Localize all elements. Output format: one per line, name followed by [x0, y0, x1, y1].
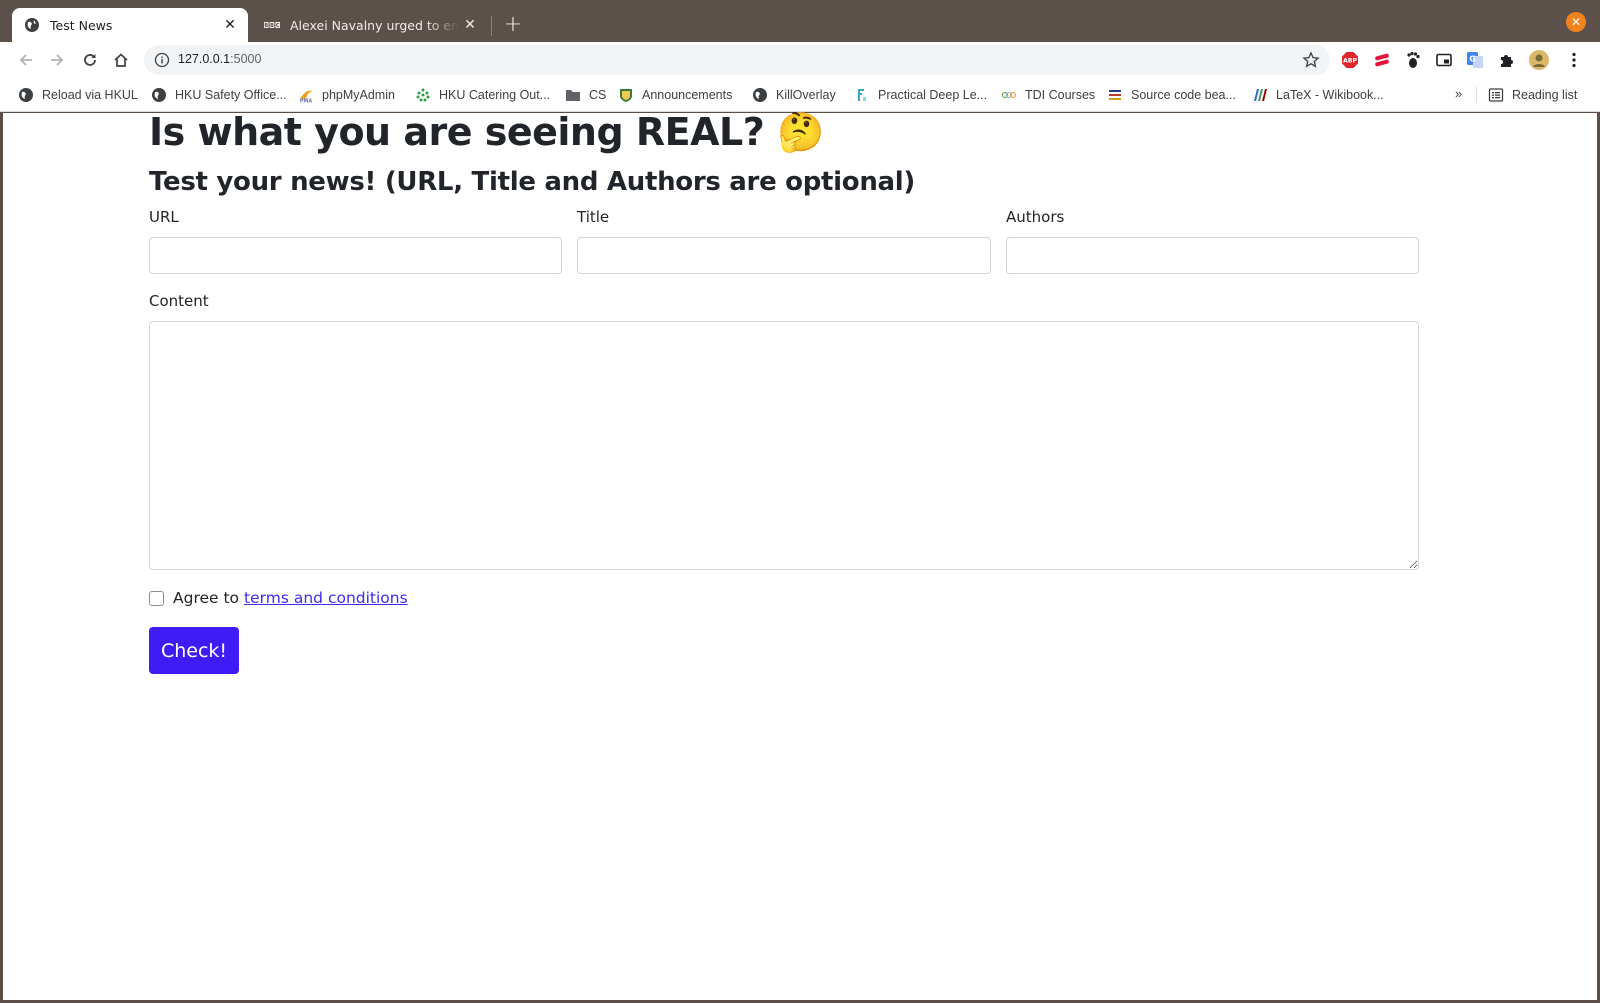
agree-text: Agree to	[173, 589, 240, 607]
folder-icon	[566, 90, 580, 101]
extensions-icon[interactable]	[1498, 51, 1516, 69]
address-bar[interactable]: 127.0.0.1:5000	[144, 45, 1330, 75]
address-text[interactable]: 127.0.0.1:5000	[178, 52, 261, 66]
lastpass-icon[interactable]	[1373, 51, 1391, 69]
bookmark-label: HKU Safety Office...	[175, 88, 287, 102]
tab-test-news[interactable]: Test News ✕	[12, 8, 248, 42]
forward-button[interactable]	[45, 48, 69, 72]
picture-in-picture-icon[interactable]	[1435, 51, 1453, 69]
reading-list-icon	[1488, 88, 1504, 102]
home-button[interactable]	[109, 48, 133, 72]
bookmark-label: CS	[589, 88, 607, 102]
browser-toolbar: 127.0.0.1:5000 ABP G	[0, 42, 1600, 78]
bookmark-tdi-courses[interactable]: TDI Courses	[1001, 86, 1095, 104]
title-input[interactable]	[577, 237, 991, 274]
page-subtitle: Test your news! (URL, Title and Authors …	[149, 167, 915, 197]
bookmark-label: Announcements	[642, 88, 733, 102]
svg-text:G: G	[1469, 55, 1476, 64]
reload-icon	[84, 54, 96, 66]
bookmark-label: HKU Catering Out...	[439, 88, 551, 102]
bookmark-killoverlay[interactable]: KillOverlay	[752, 86, 836, 104]
page-title: Is what you are seeing REAL? 🤔	[149, 110, 824, 154]
close-tab-icon[interactable]: ✕	[460, 15, 480, 35]
bookmark-practical-deep-learning[interactable]: Practical Deep Le...	[854, 86, 987, 104]
adblock-icon[interactable]: ABP	[1341, 51, 1359, 69]
tab-separator	[491, 16, 492, 36]
globe-icon	[19, 88, 33, 102]
agree-checkbox[interactable]	[149, 590, 164, 606]
url-label: URL	[149, 208, 179, 226]
info-icon[interactable]	[154, 52, 170, 68]
svg-text:B: B	[264, 23, 268, 29]
back-button[interactable]	[14, 48, 38, 72]
tab-title: Test News	[50, 17, 113, 33]
address-port: :5000	[230, 52, 262, 66]
globe-icon	[25, 18, 39, 32]
arrow-left-icon	[19, 54, 32, 66]
bookmark-hku-safety-office[interactable]: HKU Safety Office...	[151, 86, 287, 104]
authors-label: Authors	[1006, 208, 1065, 226]
bookmark-folder-cs[interactable]: CS	[565, 86, 606, 104]
globe-icon	[152, 88, 166, 102]
bookmark-reload-via-hkul[interactable]: Reload via HKUL	[18, 86, 138, 104]
translate-icon[interactable]: G	[1466, 51, 1484, 69]
bookmark-label: Source code bea...	[1131, 88, 1236, 102]
reading-list-button[interactable]: Reading list	[1488, 86, 1577, 104]
bbc-icon: B B C	[264, 22, 280, 29]
tab-bbc-article[interactable]: B B C Alexei Navalny urged to end hunger…	[252, 8, 488, 42]
check-button[interactable]: Check!	[149, 627, 239, 674]
tab-title: Alexei Navalny urged to end hunger strik…	[290, 17, 460, 33]
bookmark-hku-catering[interactable]: HKU Catering Out...	[415, 86, 550, 104]
window-frame-left	[0, 112, 3, 1003]
home-icon	[114, 53, 128, 67]
bookmark-label: Reload via HKUL	[42, 88, 138, 102]
bookmark-label: KillOverlay	[776, 88, 836, 102]
bookmark-label: Practical Deep Le...	[878, 88, 988, 102]
agree-row: Agree to terms and conditions	[149, 588, 408, 608]
wikibooks-icon	[1254, 89, 1267, 101]
content-textarea[interactable]	[149, 321, 1419, 570]
close-tab-icon[interactable]: ✕	[220, 15, 240, 35]
gnome-icon[interactable]	[1404, 51, 1422, 69]
menu-icon[interactable]	[1565, 51, 1583, 69]
star-icon[interactable]	[1302, 51, 1320, 69]
terms-link[interactable]: terms and conditions	[244, 589, 408, 607]
bookmark-label: phpMyAdmin	[322, 88, 395, 102]
fastai-icon	[858, 89, 866, 101]
reload-button[interactable]	[78, 48, 102, 72]
svg-text:C: C	[276, 23, 280, 29]
phpmyadmin-icon: PMA	[300, 90, 313, 104]
svg-text:B: B	[270, 23, 274, 29]
address-host: 127.0.0.1	[178, 52, 231, 66]
svg-text:ABP: ABP	[1343, 58, 1358, 65]
avatar[interactable]	[1529, 50, 1549, 70]
url-input[interactable]	[149, 237, 562, 274]
bookmark-announcements[interactable]: Announcements	[618, 86, 732, 104]
arrow-right-icon	[51, 54, 64, 66]
globe-icon	[753, 88, 767, 102]
window-close-button[interactable]: ✕	[1566, 12, 1586, 32]
shield-icon	[620, 89, 632, 102]
bookmark-label: LaTeX - Wikibook...	[1276, 88, 1384, 102]
tab-strip: Test News ✕ B B C Alexei Navalny urged t…	[0, 0, 1600, 42]
content-label: Content	[149, 292, 209, 310]
title-label: Title	[577, 208, 610, 226]
new-tab-button[interactable]: +	[500, 13, 526, 39]
more-bookmarks-button[interactable]: »	[1455, 86, 1462, 101]
svg-text:PMA: PMA	[300, 99, 313, 104]
bookmarks-divider	[1476, 87, 1477, 103]
stripes-icon	[1109, 90, 1121, 100]
authors-input[interactable]	[1006, 237, 1419, 274]
bookmark-label: TDI Courses	[1025, 88, 1096, 102]
bookmark-latex-wikibooks[interactable]: LaTeX - Wikibook...	[1252, 86, 1384, 104]
bookmark-source-code[interactable]: Source code bea...	[1107, 86, 1236, 104]
tdi-icon	[1001, 91, 1017, 99]
reading-list-label: Reading list	[1512, 88, 1578, 102]
bookmark-phpmyadmin[interactable]: PMA phpMyAdmin	[298, 86, 395, 104]
bookmarks-bar: Reload via HKUL HKU Safety Office... PMA…	[0, 78, 1600, 112]
leaf-icon	[416, 88, 430, 102]
